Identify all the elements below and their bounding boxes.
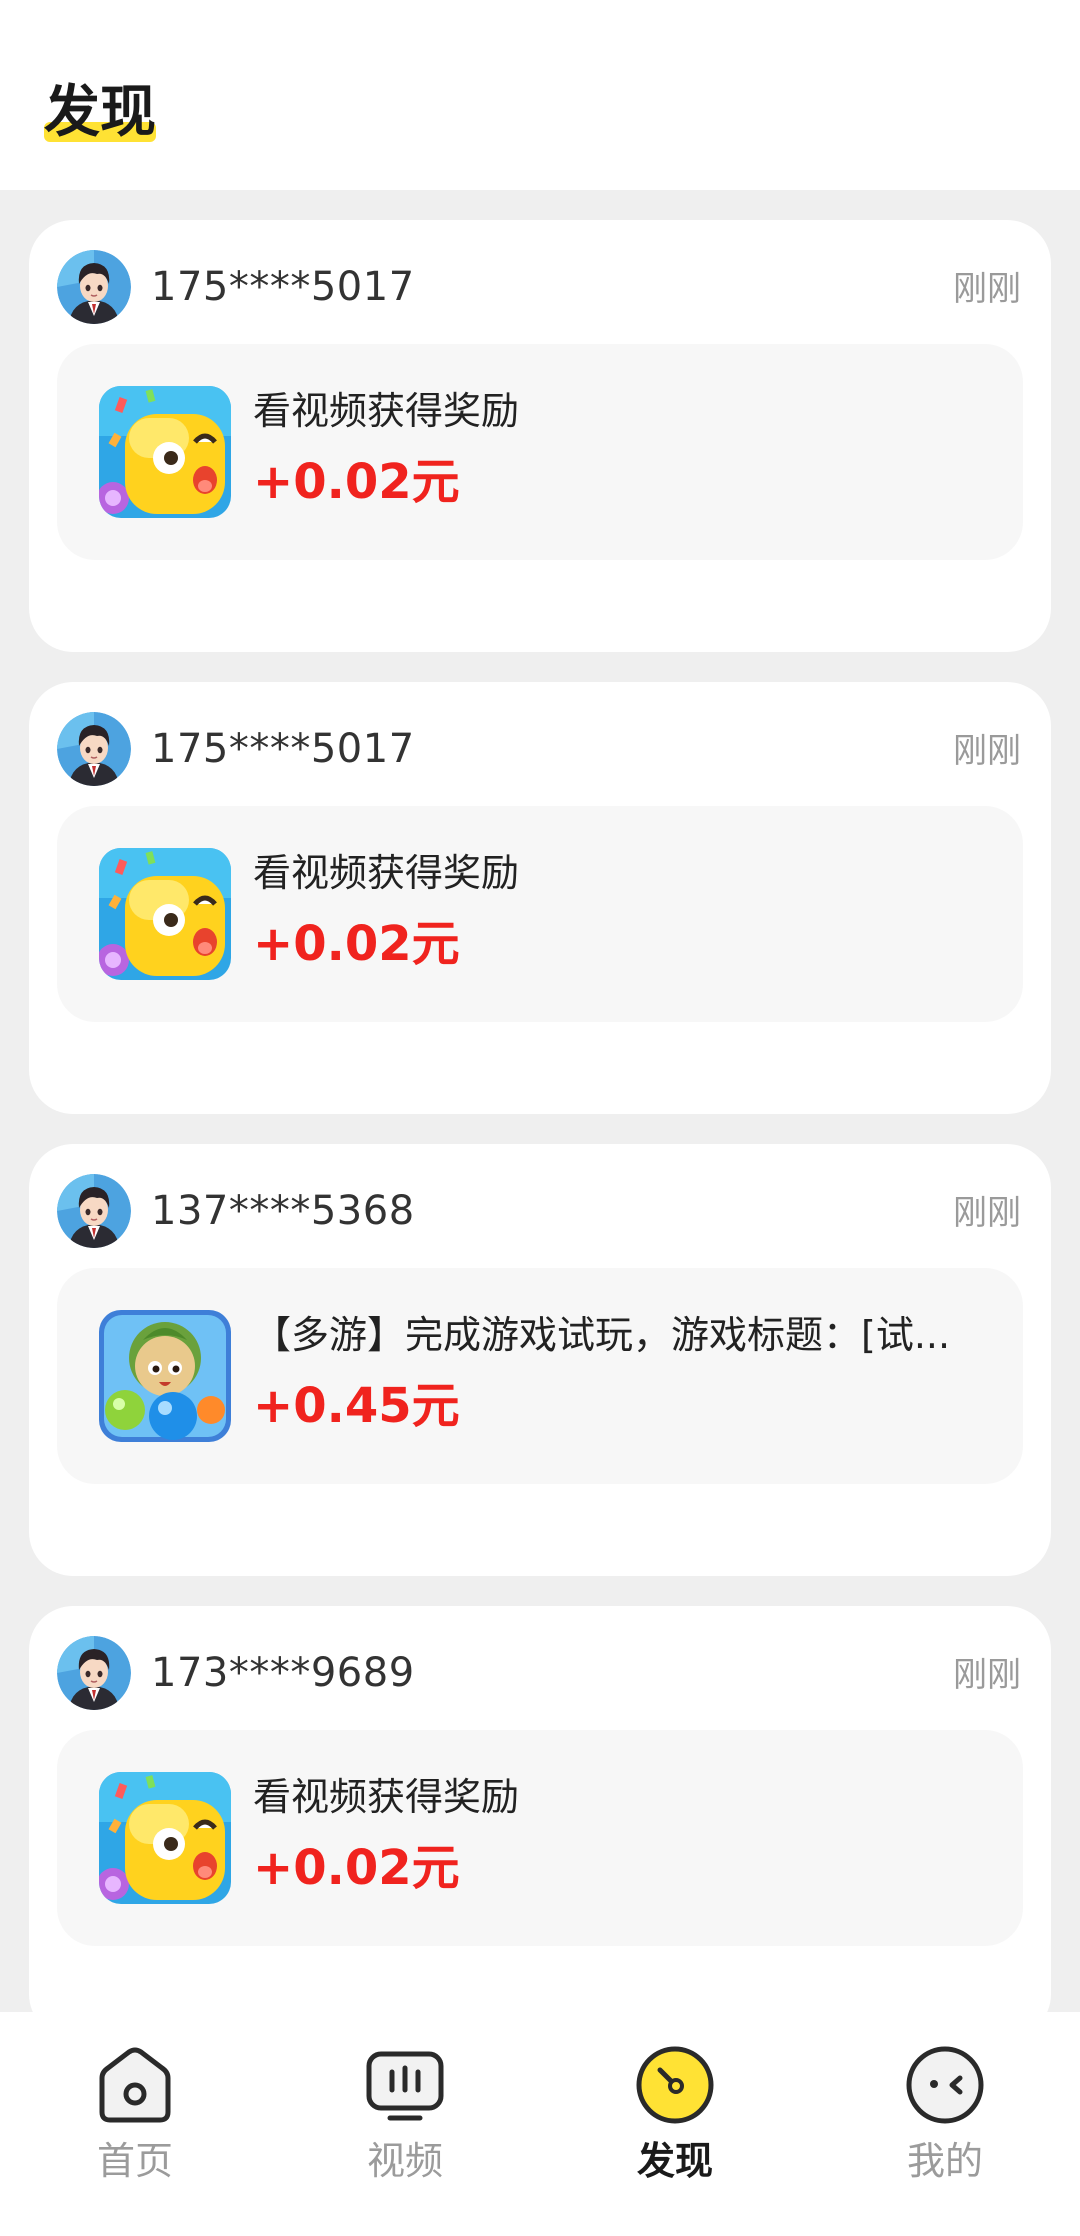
tab-profile[interactable]: 我的 — [810, 2042, 1080, 2212]
task-item[interactable]: 看视频获得奖励 +0.02元 — [57, 1730, 1023, 1946]
feed-card[interactable]: 175****5017 刚刚 看视频获得奖励 +0.02元 — [29, 220, 1051, 652]
profile-icon — [906, 2046, 984, 2124]
tab-label: 视频 — [366, 2139, 443, 2183]
task-reward: +0.02元 — [253, 916, 460, 972]
task-reward: +0.02元 — [253, 454, 460, 510]
avatar[interactable] — [57, 712, 131, 786]
tab-label: 首页 — [96, 2139, 173, 2183]
reward-feed[interactable]: 175****5017 刚刚 看视频获得奖励 +0.02元 175****501… — [0, 190, 1080, 2012]
task-title: 看视频获得奖励 — [253, 851, 520, 895]
timestamp: 刚刚 — [953, 1193, 1021, 1233]
timestamp: 刚刚 — [953, 269, 1021, 309]
task-reward: +0.02元 — [253, 1840, 460, 1896]
task-reward: +0.45元 — [253, 1378, 460, 1434]
tab-video[interactable]: 视频 — [270, 2042, 540, 2212]
yellow-blob-game-icon — [99, 848, 231, 980]
tab-discover[interactable]: 发现 — [540, 2042, 810, 2212]
avatar[interactable] — [57, 1174, 131, 1248]
avatar[interactable] — [57, 1636, 131, 1710]
username: 175****5017 — [151, 264, 415, 310]
feed-card[interactable]: 173****9689 刚刚 看视频获得奖励 +0.02元 — [29, 1606, 1051, 2012]
feed-card[interactable]: 175****5017 刚刚 看视频获得奖励 +0.02元 — [29, 682, 1051, 1114]
yellow-blob-game-icon — [99, 386, 231, 518]
feed-card[interactable]: 137****5368 刚刚 【多游】完成游戏试玩，游戏标题：[试... +0.… — [29, 1144, 1051, 1576]
yellow-blob-game-icon — [99, 1772, 231, 1904]
username: 173****9689 — [151, 1650, 415, 1696]
task-title: 【多游】完成游戏试玩，游戏标题：[试... — [253, 1313, 951, 1357]
bubble-shooter-game-icon — [99, 1310, 231, 1442]
task-item[interactable]: 【多游】完成游戏试玩，游戏标题：[试... +0.45元 — [57, 1268, 1023, 1484]
page-title: 发现 — [44, 80, 156, 145]
tab-home[interactable]: 首页 — [0, 2042, 270, 2212]
username: 137****5368 — [151, 1188, 415, 1234]
tab-label: 我的 — [906, 2139, 983, 2183]
timestamp: 刚刚 — [953, 731, 1021, 771]
tab-label: 发现 — [636, 2139, 713, 2183]
task-title: 看视频获得奖励 — [253, 1775, 520, 1819]
discover-icon — [636, 2046, 714, 2124]
task-item[interactable]: 看视频获得奖励 +0.02元 — [57, 806, 1023, 1022]
task-item[interactable]: 看视频获得奖励 +0.02元 — [57, 344, 1023, 560]
task-title: 看视频获得奖励 — [253, 389, 520, 433]
header: 发现 — [0, 0, 1080, 190]
home-icon — [99, 2047, 171, 2123]
username: 175****5017 — [151, 726, 415, 772]
timestamp: 刚刚 — [953, 1655, 1021, 1695]
video-icon — [366, 2051, 444, 2121]
avatar[interactable] — [57, 250, 131, 324]
bottom-tab-bar: 首页 视频 发现 我的 — [0, 2012, 1080, 2236]
